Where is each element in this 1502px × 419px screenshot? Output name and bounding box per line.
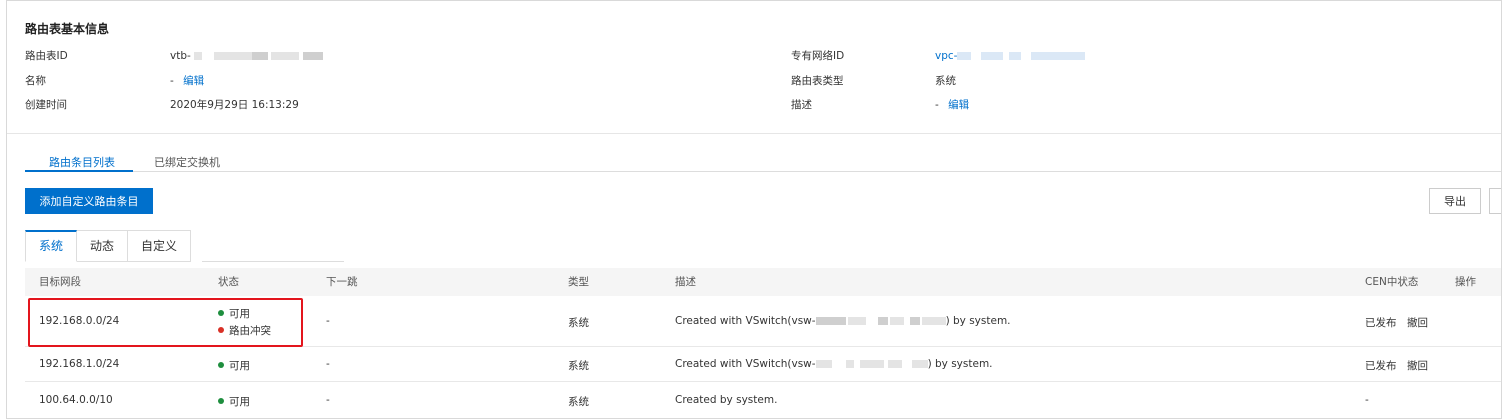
cell-next-hop: -	[326, 315, 330, 327]
seg-tab-dynamic[interactable]: 动态	[77, 230, 129, 262]
tab-route-entries[interactable]: 路由条目列表	[49, 154, 115, 170]
vpc-id-link[interactable]: vpc-	[935, 48, 1086, 64]
info-row-route-table-id: 路由表ID vtb-	[25, 48, 725, 64]
withdraw-link[interactable]: 撤回	[1407, 358, 1428, 373]
info-row-created: 创建时间 2020年9月29日 16:13:29	[25, 97, 725, 113]
available-dot-icon	[218, 310, 224, 316]
more-toolbar-button[interactable]	[1489, 188, 1501, 214]
th-actions: 操作	[1455, 276, 1476, 288]
tab-bound-vswitches[interactable]: 已绑定交换机	[154, 154, 220, 170]
info-row-route-table-type: 路由表类型 系统	[791, 73, 1391, 89]
edit-name-link[interactable]: 编辑	[183, 75, 204, 87]
active-tab-indicator	[25, 170, 133, 172]
conflict-dot-icon	[218, 327, 224, 333]
add-custom-route-button[interactable]: 添加自定义路由条目	[25, 188, 153, 214]
table-row: 192.168.1.0/24 可用 - 系统 Created with VSwi…	[25, 347, 1501, 382]
available-dot-icon	[218, 398, 224, 404]
cell-cen-status: -	[1365, 394, 1369, 406]
cell-cen-status: 已发布	[1365, 317, 1397, 329]
export-button[interactable]: 导出	[1429, 188, 1481, 214]
route-table-type-value: 系统	[935, 75, 956, 87]
th-cen-status: CEN中状态	[1365, 276, 1419, 288]
cell-type: 系统	[568, 360, 589, 372]
cell-description: Created with VSwitch(vsw-) by system.	[675, 358, 993, 370]
th-destination: 目标网段	[39, 276, 81, 288]
info-row-name: 名称 - 编辑	[25, 73, 725, 89]
available-dot-icon	[218, 362, 224, 368]
status-available: 可用	[218, 394, 250, 409]
seg-tabs-baseline	[202, 261, 344, 262]
basic-info-title: 路由表基本信息	[25, 22, 110, 36]
created-label: 创建时间	[25, 99, 67, 111]
cell-cen-status: 已发布	[1365, 360, 1397, 372]
route-table-detail-panel: 路由表基本信息 路由表ID vtb- 名称 - 编辑 创建时间 2020年9月2…	[6, 0, 1502, 419]
created-value: 2020年9月29日 16:13:29	[170, 99, 299, 111]
table-header: 目标网段 状态 下一跳 类型 描述 CEN中状态 操作	[25, 268, 1501, 296]
status-route-conflict: 路由冲突	[218, 323, 271, 338]
description-value: - 编辑	[935, 99, 970, 111]
info-row-description: 描述 - 编辑	[791, 97, 1391, 113]
seg-tab-system[interactable]: 系统	[25, 230, 78, 262]
table-row: 192.168.0.0/24 可用 路由冲突 - 系统 Created with…	[25, 296, 1501, 347]
route-table-type-label: 路由表类型	[791, 75, 844, 87]
section-divider	[7, 133, 1501, 134]
cell-type: 系统	[568, 317, 589, 329]
status-available: 可用	[218, 358, 250, 373]
cell-next-hop: -	[326, 358, 330, 370]
cell-destination: 192.168.1.0/24	[39, 358, 120, 370]
cell-description: Created with VSwitch(vsw-) by system.	[675, 315, 1011, 327]
withdraw-link[interactable]: 撤回	[1407, 315, 1428, 330]
th-type: 类型	[568, 276, 589, 288]
cell-destination: 192.168.0.0/24	[39, 315, 120, 327]
route-table-id-label: 路由表ID	[25, 50, 68, 62]
cell-next-hop: -	[326, 394, 330, 406]
edit-description-link[interactable]: 编辑	[948, 99, 969, 111]
cell-destination: 100.64.0.0/10	[39, 394, 113, 406]
route-table-id-value: vtb-	[170, 48, 323, 64]
th-description: 描述	[675, 276, 696, 288]
cell-description: Created by system.	[675, 394, 778, 406]
description-label: 描述	[791, 99, 812, 111]
status-available: 可用	[218, 306, 250, 321]
th-status: 状态	[218, 276, 239, 288]
th-next-hop: 下一跳	[326, 276, 358, 288]
route-type-tabs: 系统 动态 自定义	[25, 230, 192, 262]
vpc-id-label: 专有网络ID	[791, 50, 845, 62]
tab-bar-baseline	[25, 171, 1501, 172]
name-value: - 编辑	[170, 75, 205, 87]
table-row: 100.64.0.0/10 可用 - 系统 Created by system.…	[25, 382, 1501, 418]
cell-type: 系统	[568, 396, 589, 408]
name-label: 名称	[25, 75, 46, 87]
info-row-vpc-id: 专有网络ID vpc-	[791, 48, 1391, 64]
seg-tab-custom[interactable]: 自定义	[128, 230, 192, 262]
